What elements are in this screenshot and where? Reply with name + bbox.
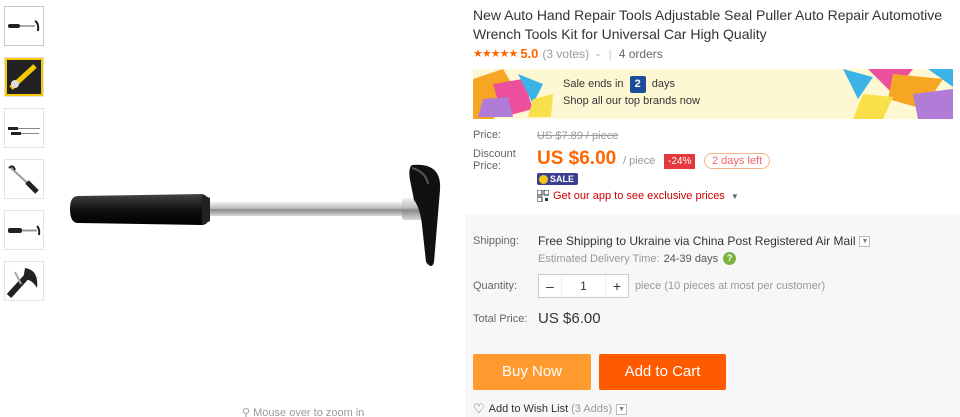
thumbnail-2[interactable] bbox=[4, 57, 44, 97]
product-title: New Auto Hand Repair Tools Adjustable Se… bbox=[473, 7, 943, 42]
wishlist-count: (3 Adds) bbox=[571, 403, 613, 415]
rating-row: ★★★★★ 5.0 (3 votes) ⌄ | 4 orders bbox=[473, 46, 663, 61]
quantity-label: Quantity: bbox=[473, 280, 518, 292]
orders-count: 4 orders bbox=[618, 46, 663, 61]
chevron-down-icon[interactable]: ⌄ bbox=[594, 48, 602, 59]
quantity-note: piece (10 pieces at most per customer) bbox=[635, 280, 826, 292]
app-prices-text: Get our app to see exclusive prices bbox=[553, 190, 725, 202]
discount-label-line1: Discount bbox=[473, 148, 516, 160]
current-price: US $6.00 bbox=[537, 148, 617, 169]
banner-subtitle: Shop all our top brands now bbox=[563, 95, 700, 107]
tool-kit-thumb-icon bbox=[5, 58, 43, 96]
thumbnail-3[interactable] bbox=[4, 108, 44, 148]
price-unit: / piece bbox=[623, 155, 656, 167]
votes-link[interactable]: (3 votes) bbox=[542, 47, 589, 61]
angled-tool-thumb-icon bbox=[8, 165, 39, 194]
sale-badge-icon bbox=[539, 174, 548, 184]
price-section: Price: US $7.89 / piece Discount Price: … bbox=[465, 121, 960, 214]
chevron-down-icon[interactable]: ▼ bbox=[859, 235, 871, 247]
price-label: Price: bbox=[473, 129, 502, 141]
days-left-badge: 2 days left bbox=[704, 153, 771, 169]
straight-tool-thumb-icon bbox=[8, 225, 41, 236]
total-price-value: US $6.00 bbox=[538, 310, 601, 327]
sale-badge-text: SALE bbox=[550, 174, 575, 184]
puller-tool-thumb-icon bbox=[8, 20, 40, 32]
star-rating-icon: ★★★★★ bbox=[473, 48, 518, 60]
divider: | bbox=[608, 46, 612, 61]
thumbnail-1[interactable] bbox=[4, 6, 44, 46]
zoom-hint: ⚲ Mouse over to zoom in bbox=[242, 406, 364, 417]
sale-ends-prefix: Sale ends in bbox=[563, 78, 624, 90]
thumbnail-6[interactable] bbox=[4, 261, 44, 301]
sale-badge: SALE bbox=[537, 173, 579, 185]
quantity-stepper[interactable]: – 1 + bbox=[538, 274, 629, 298]
sale-ends-line: Sale ends in 2 days bbox=[563, 76, 700, 93]
discount-label-line2: Price: bbox=[473, 160, 502, 172]
delivery-time: Estimated Delivery Time: 24-39 days ? bbox=[538, 252, 737, 265]
total-price-label: Total Price: bbox=[473, 313, 528, 325]
wishlist-text: Add to Wish List bbox=[488, 403, 569, 415]
increase-button[interactable]: + bbox=[606, 275, 628, 297]
caret-down-icon[interactable]: ▼ bbox=[731, 192, 739, 201]
shipping-method-text: Free Shipping to Ukraine via China Post … bbox=[538, 234, 856, 248]
thumbnail-5[interactable] bbox=[4, 210, 44, 250]
banner-pattern-icon bbox=[473, 69, 953, 119]
thumbnail-list bbox=[4, 6, 46, 312]
thumbnail-4[interactable] bbox=[4, 159, 44, 199]
days-label: days bbox=[651, 78, 676, 90]
discount-percent-badge: -24% bbox=[664, 154, 696, 169]
shipping-label: Shipping: bbox=[473, 235, 519, 247]
shipping-section: Shipping: Free Shipping to Ukraine via C… bbox=[465, 214, 960, 417]
banner-text: Sale ends in 2 days Shop all our top bra… bbox=[563, 76, 700, 110]
seal-puller-tool-image bbox=[70, 164, 441, 266]
add-to-cart-button[interactable]: Add to Cart bbox=[599, 354, 726, 390]
app-prices-link[interactable]: Get our app to see exclusive prices ▼ bbox=[537, 190, 739, 202]
shipping-method[interactable]: Free Shipping to Ukraine via China Post … bbox=[538, 234, 871, 248]
add-to-wishlist-link[interactable]: ♡ Add to Wish List (3 Adds) ▼ bbox=[473, 401, 628, 417]
main-product-image[interactable]: ⚲ Mouse over to zoom in bbox=[52, 0, 457, 417]
zoom-hint-text: Mouse over to zoom in bbox=[253, 407, 365, 417]
buy-now-button[interactable]: Buy Now bbox=[473, 354, 591, 390]
days-count-badge: 2 bbox=[629, 76, 646, 93]
discount-price-label: Discount Price: bbox=[473, 148, 516, 172]
sale-banner[interactable]: Sale ends in 2 days Shop all our top bra… bbox=[473, 69, 953, 119]
help-icon[interactable]: ? bbox=[723, 252, 737, 265]
decrease-button[interactable]: – bbox=[539, 275, 561, 297]
quantity-input[interactable]: 1 bbox=[561, 275, 606, 297]
original-price: US $7.89 / piece bbox=[537, 130, 619, 142]
heart-icon: ♡ bbox=[473, 401, 485, 416]
qr-code-icon bbox=[537, 190, 549, 202]
magnifier-icon: ⚲ bbox=[242, 407, 254, 417]
delivery-label: Estimated Delivery Time: bbox=[538, 252, 660, 265]
chevron-down-icon[interactable]: ▼ bbox=[616, 403, 628, 415]
rating-value: 5.0 bbox=[520, 46, 539, 61]
delivery-value: 24-39 days bbox=[663, 252, 719, 265]
hook-head-thumb-icon bbox=[6, 268, 38, 299]
pick-tools-thumb-icon bbox=[8, 127, 40, 135]
